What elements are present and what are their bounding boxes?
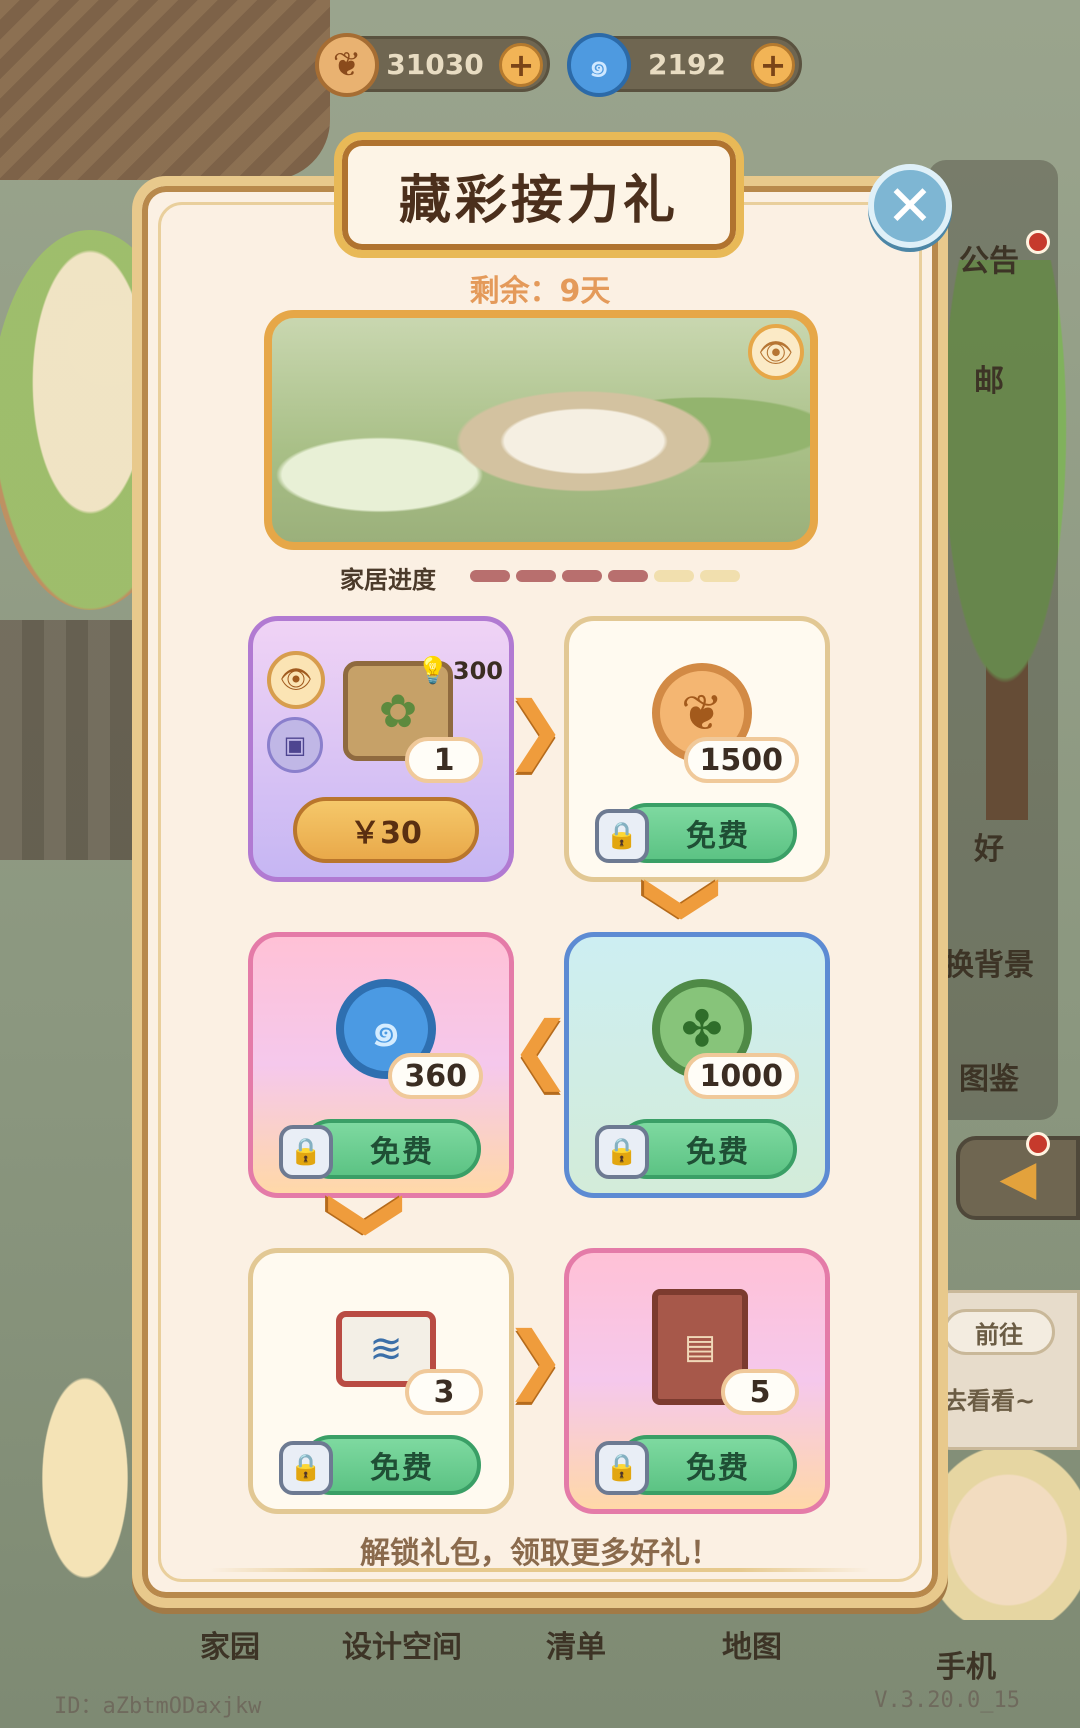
reward-card-furniture: 👁 ▣ ✿ 💡 300 1 ￥30 <box>248 616 514 882</box>
wood-currency-value: 31030 <box>386 47 484 81</box>
wood-currency: ❦ 31030 + <box>315 33 550 97</box>
footer-divider <box>210 1568 870 1572</box>
side-item-label: 邮 <box>974 364 1004 399</box>
nav-home[interactable]: 家园 <box>150 1622 310 1666</box>
add-orb-button[interactable]: + <box>751 43 795 87</box>
side-item-announcement[interactable]: 公告 <box>934 230 1050 280</box>
lock-icon: 🔒 <box>595 1441 649 1495</box>
furniture-showcase-image: 👁 <box>264 310 818 550</box>
background-shop <box>0 620 150 860</box>
side-item-label: 公告 <box>959 244 1019 279</box>
reward-quantity: 5 <box>721 1369 799 1415</box>
lock-icon: 🔒 <box>595 1125 649 1179</box>
leaf-coin-icon: ❦ <box>315 33 379 97</box>
progress-segment-empty <box>654 570 694 582</box>
side-item-friends[interactable]: 好 <box>934 824 1044 868</box>
side-item-background[interactable]: 换背景 <box>934 940 1044 984</box>
close-icon: ✕ <box>886 173 934 239</box>
reward-card-book: ▤ 5 免费 🔒 <box>564 1248 830 1514</box>
chevron-left-icon: ❮ <box>510 1006 573 1092</box>
furniture-category-icon: ▣ <box>267 717 323 773</box>
modal-title: 藏彩接力礼 <box>334 132 744 258</box>
progress-segment-filled <box>470 570 510 582</box>
notification-dot <box>1026 1132 1050 1156</box>
add-wood-button[interactable]: + <box>499 43 543 87</box>
collapse-menu-button[interactable]: ◀ <box>956 1132 1080 1220</box>
progress-segment-filled <box>562 570 602 582</box>
lightbulb-icon: 💡 <box>416 656 449 686</box>
chevron-down-icon: ❯ <box>328 1183 415 1247</box>
chevron-left-icon: ◀ <box>999 1150 1037 1206</box>
progress-bar <box>470 570 740 582</box>
reward-card-wood: ❦ 1500 免费 🔒 <box>564 616 830 882</box>
side-item-label: 图鉴 <box>959 1062 1019 1097</box>
preview-eye-icon[interactable]: 👁 <box>748 324 804 380</box>
chevron-right-icon: ❯ <box>504 686 567 772</box>
close-button[interactable]: ✕ <box>868 164 952 248</box>
orb-currency: ๑ 2192 + <box>567 33 802 97</box>
buy-button[interactable]: ￥30 <box>293 797 479 863</box>
goto-panel: 前往 去看看~ <box>930 1290 1080 1450</box>
side-item-mail[interactable]: 邮 <box>934 356 1044 400</box>
progress-segment-filled <box>608 570 648 582</box>
preview-eye-icon[interactable]: 👁 <box>267 651 325 709</box>
progress-segment-filled <box>516 570 556 582</box>
version-label: V.3.20.0_15 <box>874 1688 1020 1713</box>
nav-list[interactable]: 清单 <box>496 1622 656 1666</box>
nav-design-space[interactable]: 设计空间 <box>322 1622 482 1666</box>
chevron-down-icon: ❯ <box>644 867 731 931</box>
lock-icon: 🔒 <box>279 1441 333 1495</box>
nav-phone[interactable]: 手机 <box>886 1642 1046 1686</box>
side-item-label: 换背景 <box>944 948 1034 983</box>
lock-icon: 🔒 <box>279 1125 333 1179</box>
background-house <box>0 0 330 180</box>
reward-quantity: 360 <box>388 1053 483 1099</box>
unlock-hint: 解锁礼包，领取更多好礼！ <box>360 1536 720 1571</box>
reward-quantity: 1000 <box>683 1053 799 1099</box>
reward-quantity: 1500 <box>683 737 799 783</box>
lock-icon: 🔒 <box>595 809 649 863</box>
notification-dot <box>1026 230 1050 254</box>
reward-card-sketch: ≋ 3 免费 🔒 <box>248 1248 514 1514</box>
progress-label: 家居进度 <box>340 566 436 594</box>
orb-currency-value: 2192 <box>648 47 726 81</box>
inspiration-value: 300 <box>452 657 503 685</box>
reward-quantity: 1 <box>405 737 483 783</box>
reward-card-orb: ๑ 360 免费 🔒 <box>248 932 514 1198</box>
player-id: ID：aZbtmODaxjkw <box>54 1694 262 1719</box>
reward-quantity: 3 <box>405 1369 483 1415</box>
reward-card-leaf: ✤ 1000 免费 🔒 <box>564 932 830 1198</box>
side-item-catalog[interactable]: 图鉴 <box>934 1054 1044 1098</box>
side-item-label: 好 <box>974 832 1004 867</box>
swirl-orb-icon: ๑ <box>567 33 631 97</box>
nav-map[interactable]: 地图 <box>672 1622 832 1666</box>
goto-button[interactable]: 前往 <box>943 1309 1055 1355</box>
remaining-time: 剩余：9天 <box>469 274 611 309</box>
inspiration-points: 💡 300 <box>417 651 503 691</box>
progress-segment-empty <box>700 570 740 582</box>
goto-text: 去看看~ <box>943 1387 1036 1415</box>
chevron-right-icon: ❯ <box>504 1316 567 1402</box>
